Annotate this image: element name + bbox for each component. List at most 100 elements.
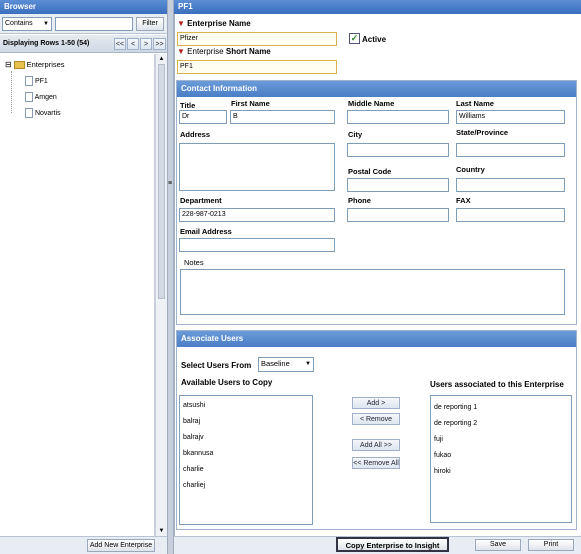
department-input[interactable]: 228-987-0213 (179, 208, 335, 222)
last-name-label: Last Name (456, 99, 494, 108)
chevron-down-icon: ▼ (43, 21, 49, 27)
city-input[interactable] (347, 143, 449, 157)
postal-code-input[interactable] (347, 178, 449, 192)
panel-splitter[interactable]: ≡ (167, 0, 174, 554)
select-users-from-label: Select Users From (181, 361, 252, 370)
pager-last-button[interactable]: >> (153, 38, 166, 50)
tree-item-amgen[interactable]: Amgen (25, 92, 57, 102)
filter-input[interactable] (55, 17, 133, 31)
rows-count: Displaying Rows 1-50 (54) (3, 40, 90, 47)
list-item[interactable]: bkannusa (180, 446, 312, 462)
tree-root-label: Enterprises (26, 60, 65, 69)
document-icon (25, 92, 33, 102)
enterprise-name-label-text: Enterprise Name (187, 19, 251, 28)
document-icon (25, 108, 33, 118)
list-item[interactable]: de reporting 1 (431, 400, 571, 416)
tree-panel (0, 54, 155, 536)
folder-icon (13, 61, 25, 70)
chevron-down-icon: ▼ (305, 361, 311, 367)
remove-user-button[interactable]: < Remove (352, 413, 400, 425)
fax-input[interactable] (456, 208, 565, 222)
state-input[interactable] (456, 143, 565, 157)
add-user-button[interactable]: Add > (352, 397, 400, 409)
email-input[interactable] (179, 238, 335, 252)
active-checkbox[interactable]: ✓ (349, 33, 360, 44)
filter-button[interactable]: Filter (136, 17, 164, 31)
fax-label: FAX (456, 196, 471, 205)
enterprise-name-label: ▼ Enterprise Name (177, 19, 251, 28)
tree-item-novartis[interactable]: Novartis (25, 108, 61, 118)
scroll-thumb[interactable] (158, 64, 165, 299)
pager-next-button[interactable]: > (140, 38, 152, 50)
list-item[interactable]: charlie (180, 462, 312, 478)
associate-users-header: Associate Users (177, 331, 576, 347)
list-item[interactable]: fukao (431, 448, 571, 464)
required-funnel-icon: ▼ (177, 47, 185, 56)
copy-enterprise-button[interactable]: Copy Enterprise to Insight (336, 537, 449, 552)
enterprise-name-input[interactable]: Pfizer (177, 32, 337, 46)
form-title: PF1 (174, 0, 581, 14)
middle-name-label: Middle Name (348, 99, 395, 108)
pager-first-button[interactable]: << (114, 38, 126, 50)
list-item[interactable]: fuji (431, 432, 571, 448)
available-users-label: Available Users to Copy (181, 378, 273, 387)
document-icon (25, 76, 33, 86)
associated-users-label: Users associated to this Enterprise (430, 380, 564, 389)
add-all-users-button[interactable]: Add All >> (352, 439, 400, 451)
list-item[interactable]: hiroki (431, 464, 571, 480)
print-button[interactable]: Print (528, 539, 574, 551)
add-enterprise-button[interactable]: Add New Enterprise (87, 539, 155, 552)
first-name-label: First Name (231, 99, 270, 108)
scroll-up-icon[interactable]: ▲ (156, 54, 167, 64)
scroll-down-icon[interactable]: ▼ (156, 526, 167, 536)
title-input[interactable]: Dr (179, 110, 227, 124)
phone-input[interactable] (347, 208, 449, 222)
list-item[interactable]: de reporting 2 (431, 416, 571, 432)
tree-scrollbar[interactable]: ▲ ▼ (155, 54, 167, 536)
available-users-list[interactable]: atsushi balraj balrajv bkannusa charlie … (179, 395, 313, 525)
last-name-input[interactable]: Williams (456, 110, 565, 124)
country-label: Country (456, 165, 485, 174)
tree-item-label: PF1 (34, 77, 48, 85)
address-textarea[interactable] (179, 143, 335, 191)
address-label: Address (180, 130, 211, 139)
list-item[interactable]: balrajv (180, 430, 312, 446)
browser-title: Browser (0, 0, 167, 14)
tree-item-label: Novartis (34, 109, 61, 117)
tree-line (11, 71, 12, 113)
checkmark-icon: ✓ (350, 33, 359, 43)
users-source-value: Baseline (261, 359, 290, 368)
users-source-select[interactable]: Baseline ▼ (258, 357, 314, 372)
list-item[interactable]: atsushi (180, 398, 312, 414)
splitter-grip-icon: ≡ (168, 180, 173, 187)
contact-header: Contact Information (177, 81, 576, 97)
short-name-input[interactable]: PF1 (177, 60, 337, 74)
tree-item-pf1[interactable]: PF1 (25, 76, 48, 86)
department-label: Department (180, 196, 222, 205)
state-label: State/Province (456, 128, 509, 137)
active-label: Active (362, 35, 387, 44)
associated-users-list[interactable]: de reporting 1 de reporting 2 fuji fukao… (430, 395, 572, 523)
phone-label: Phone (348, 196, 371, 205)
list-item[interactable]: charliej (180, 478, 312, 494)
save-button[interactable]: Save (475, 539, 521, 551)
pager-prev-button[interactable]: < (127, 38, 139, 50)
collapse-icon[interactable]: ⊟ (5, 60, 12, 69)
list-item[interactable]: balraj (180, 414, 312, 430)
short-name-label-suffix: Short Name (225, 47, 271, 56)
city-label: City (348, 130, 363, 139)
first-name-input[interactable]: B (230, 110, 335, 124)
country-input[interactable] (456, 178, 565, 192)
filter-mode-select[interactable]: Contains ▼ (2, 17, 52, 31)
required-funnel-icon: ▼ (177, 19, 185, 28)
filter-mode-value: Contains (5, 20, 33, 27)
remove-all-users-button[interactable]: << Remove All (352, 457, 400, 469)
short-name-label-prefix: Enterprise (187, 47, 224, 56)
middle-name-input[interactable] (347, 110, 449, 124)
postal-code-label: Postal Code (348, 167, 392, 176)
tree-item-label: Amgen (34, 93, 57, 101)
short-name-label: ▼ Enterprise Short Name (177, 47, 271, 56)
email-label: Email Address (180, 227, 232, 236)
tree-root-enterprises[interactable]: ⊟ Enterprises (5, 60, 65, 70)
notes-textarea[interactable] (180, 269, 565, 315)
